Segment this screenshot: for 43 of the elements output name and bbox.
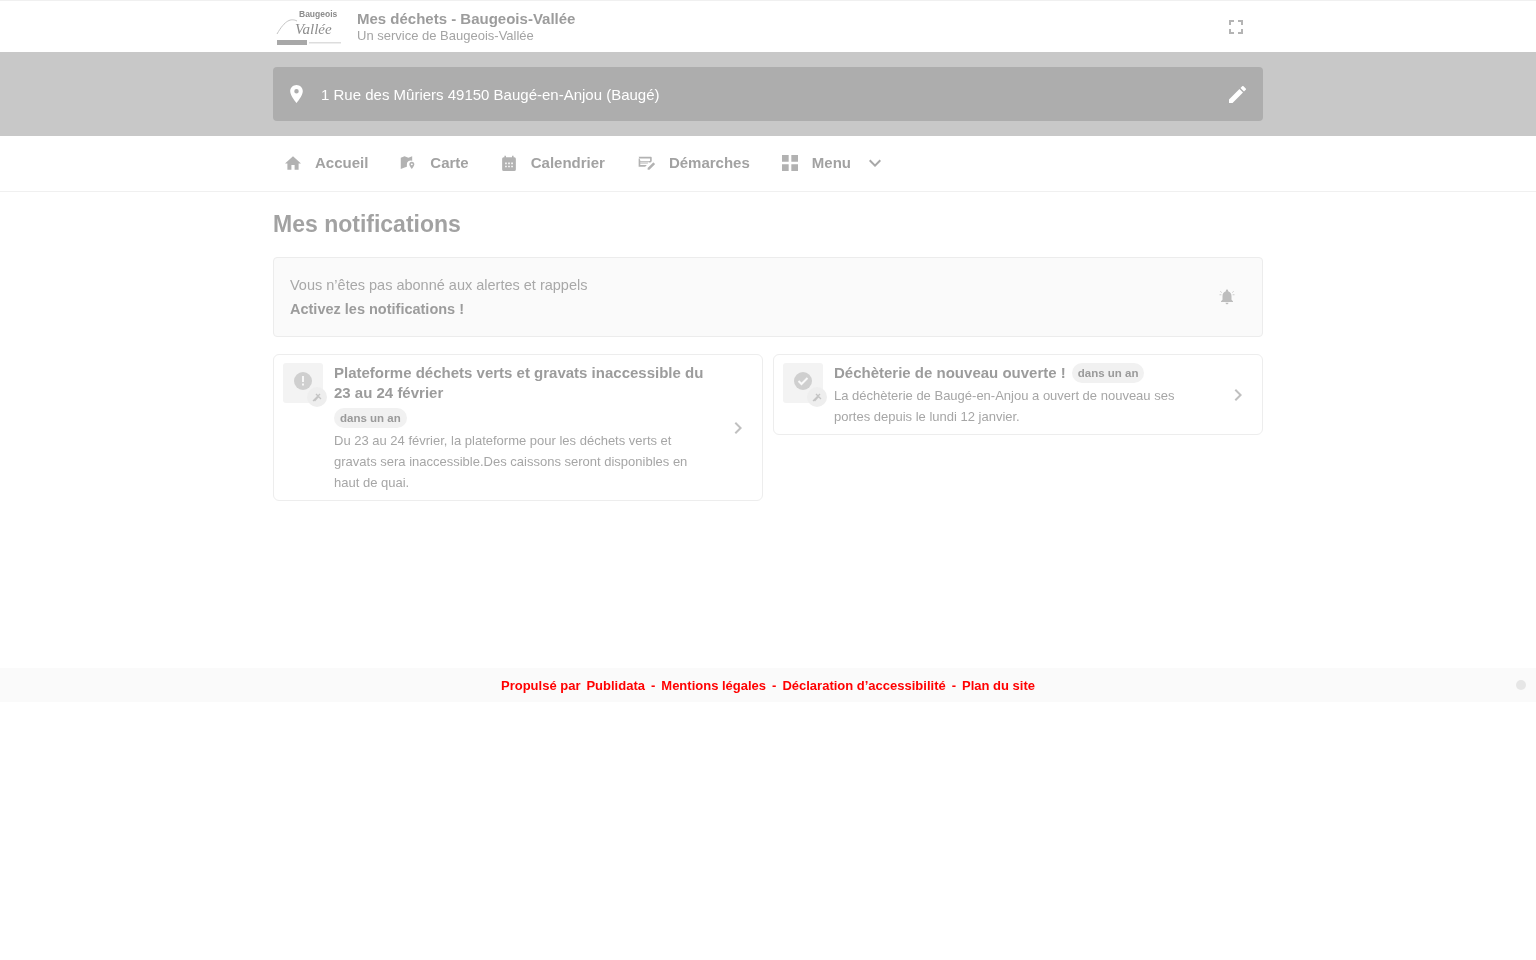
home-icon xyxy=(285,154,301,171)
chevron-right-icon xyxy=(1234,388,1242,402)
separator-text: - xyxy=(650,677,656,693)
nav-tab[interactable]: Carte xyxy=(388,148,489,179)
fullscreen-icon xyxy=(1229,19,1243,34)
activate-notifications-link[interactable]: Activez les notifications ! xyxy=(290,297,465,321)
calendar-icon xyxy=(500,154,517,171)
footer-link[interactable]: Déclaration d’accessibilité xyxy=(782,677,946,693)
notification-title: Plateforme déchets verts et gravats inaccessible du 23 au 24 février xyxy=(334,363,705,403)
nav-tab[interactable]: Calendrier xyxy=(488,148,625,179)
notification-card[interactable] xyxy=(273,354,763,501)
nav-tab[interactable]: Démarches xyxy=(624,148,770,179)
footer-link[interactable]: Plan du site xyxy=(962,677,1035,693)
pencil-icon xyxy=(1229,85,1246,103)
separator-text: - xyxy=(951,677,957,693)
location-pin-icon xyxy=(290,85,303,103)
notification-title: Déchèterie de nouveau ouverte ! xyxy=(834,363,1066,383)
provider-link[interactable]: Publidata xyxy=(586,677,645,693)
fullscreen-button[interactable] xyxy=(1229,19,1243,34)
chevron-right-icon xyxy=(734,421,742,435)
powered-by-text: Propulsé par xyxy=(501,677,581,693)
alert-message: Vous n’êtes pas abonné aux alertes et rappels xyxy=(290,276,588,295)
section-heading: Mes notifications xyxy=(273,210,462,239)
notification-text: Du 23 au 24 février, la plateforme pour les déchets verts et gravats sera inaccessible.Des caissons seront disponibles en haut de quai. xyxy=(334,432,689,492)
app-title: Mes déchets - Baugeois-Vallée xyxy=(357,10,576,28)
app-subtitle: Un service de Baugeois-Vallée xyxy=(357,28,535,43)
nav-tab[interactable]: Accueil xyxy=(273,148,389,179)
date-tag: dans un an xyxy=(334,408,407,428)
nav-tab[interactable]: Menu xyxy=(769,148,901,179)
map-pin-icon xyxy=(400,154,417,171)
address-text: 1 Rue des Mûriers 49150 Baugé-en-Anjou (Baugé) xyxy=(321,85,660,103)
notification-card[interactable]: Déchèterie de nouveau ouverte ! dans un an La déchèterie de Baugé-en-Anjou a ouvert de nouveau ses portes depuis le lundi 12 janvier. xyxy=(773,354,1263,435)
logo: Baugeois Vallée xyxy=(275,7,345,46)
notification-text: La déchèterie de Baugé-en-Anjou a ouvert de nouveau ses portes depuis le lundi 12 janvier. xyxy=(834,387,1176,426)
edit-address-button[interactable] xyxy=(1229,85,1246,103)
bell-icon xyxy=(1218,288,1236,306)
grid-icon xyxy=(781,154,798,171)
note-edit-icon xyxy=(636,154,655,171)
tool-badge-icon xyxy=(807,387,827,407)
footer-link[interactable]: Mentions légales xyxy=(661,677,767,693)
date-tag: dans un an xyxy=(1071,363,1145,383)
separator-text: - xyxy=(772,677,777,693)
tool-badge-icon xyxy=(307,387,327,407)
